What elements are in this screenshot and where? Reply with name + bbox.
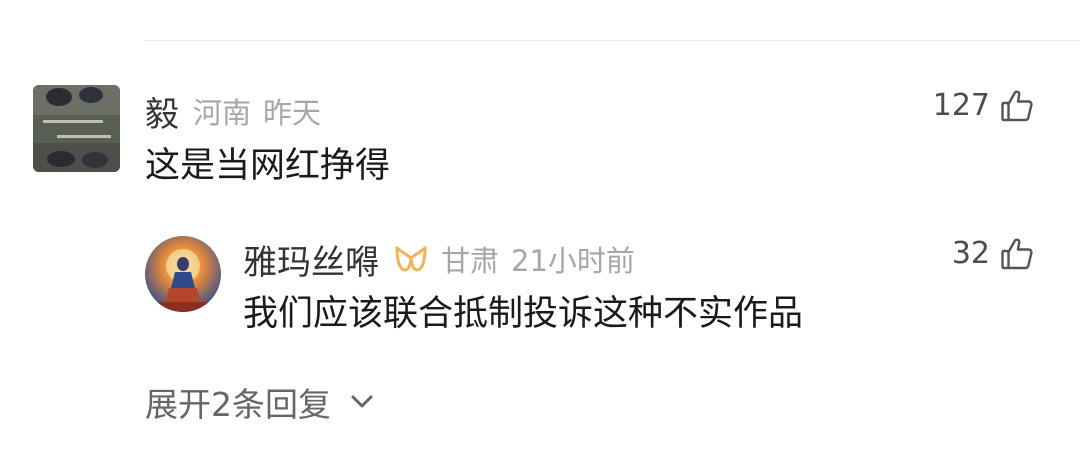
reply-time: 21小时前 xyxy=(511,244,635,278)
comment-like-count: 127 xyxy=(932,88,990,123)
reply-like-count: 32 xyxy=(951,236,990,271)
reply-author[interactable]: 雅玛丝嘚 xyxy=(243,235,379,284)
comment-text: 这是当网红挣得 xyxy=(145,146,391,186)
reply-text: 我们应该联合抵制投诉这种不实作品 xyxy=(243,294,804,334)
expand-replies-label: 展开2条回复 xyxy=(145,385,331,424)
thumbs-up-icon[interactable] xyxy=(1000,89,1034,123)
thumbs-up-icon[interactable] xyxy=(1000,237,1034,271)
reply-header: 雅玛丝嘚 甘肃 21小时前 xyxy=(243,235,647,284)
reply-like-button[interactable]: 32 xyxy=(952,236,1034,271)
comment-time: 昨天 xyxy=(263,96,322,130)
comment-location: 河南 xyxy=(193,96,252,130)
reply-location: 甘肃 xyxy=(441,244,500,278)
vip-badge-icon xyxy=(393,244,429,274)
divider xyxy=(145,40,1080,41)
comment-header: 毅 河南 昨天 xyxy=(145,87,333,136)
reply-avatar[interactable] xyxy=(145,236,221,312)
expand-replies-button[interactable]: 展开2条回复 xyxy=(145,380,375,424)
comment-author[interactable]: 毅 xyxy=(145,87,179,136)
comment-like-button[interactable]: 127 xyxy=(933,88,1034,123)
chevron-down-icon xyxy=(349,394,375,410)
avatar[interactable] xyxy=(33,85,120,172)
